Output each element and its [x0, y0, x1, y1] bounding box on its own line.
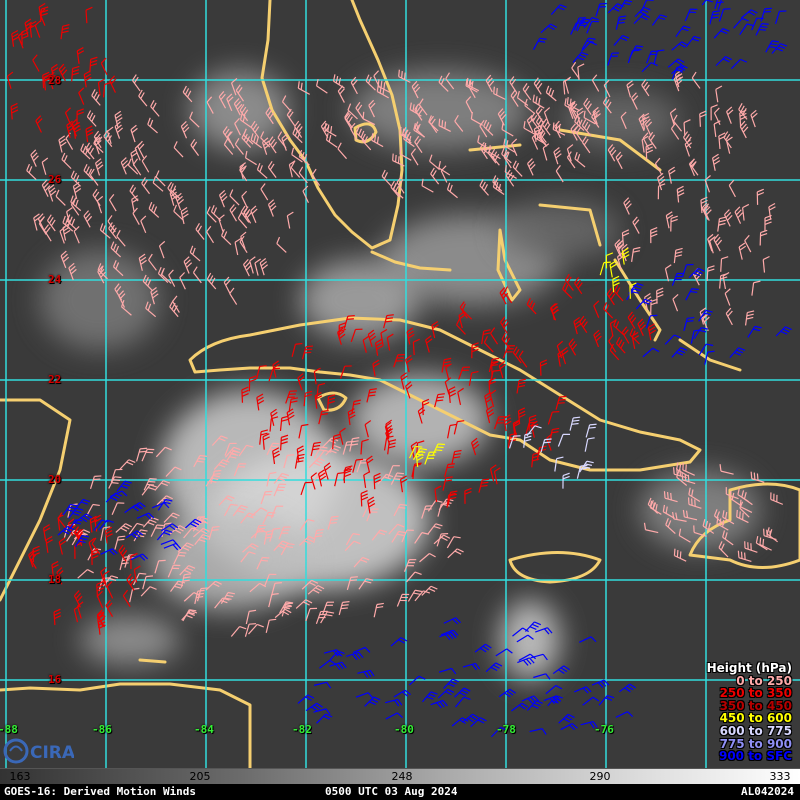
cira-logo-icon: CIRA [3, 738, 74, 764]
cloud-blob [500, 200, 620, 260]
colorbar-tick-290: 290 [589, 770, 611, 783]
lon-label-80: -80 [394, 723, 414, 736]
map-canvas [0, 0, 800, 768]
legend-item-250-350: 250 to 350 [719, 686, 792, 701]
lat-label-16: 16 [48, 673, 62, 686]
lat-label-20: 20 [48, 473, 62, 486]
lat-label-24: 24 [48, 273, 62, 286]
cloud-blob [500, 600, 560, 680]
lon-label-88: -88 [0, 723, 18, 736]
colorbar-tick-248: 248 [391, 770, 413, 783]
lat-label-22: 22 [48, 373, 62, 386]
lon-label-84: -84 [194, 723, 214, 736]
legend-item-900-sfc: 900 to SFC [718, 749, 792, 764]
logo-text: CIRA [30, 743, 74, 763]
legend-title: Height (hPa) [706, 661, 792, 675]
cloud-blob [300, 260, 420, 340]
lon-label-86: -86 [92, 723, 112, 736]
lat-label-28: 28 [48, 74, 62, 87]
footer-bar: GOES-16: Derived Motion Winds 0500 UTC 0… [0, 784, 800, 800]
honduras-islands [138, 658, 167, 664]
lat-label-18: 18 [48, 573, 62, 586]
footer-storm-id: AL042024 [741, 785, 794, 798]
cloud-blob [80, 615, 180, 665]
footer-time: 0500 UTC 03 Aug 2024 [325, 785, 458, 798]
lon-label-82: -82 [292, 723, 312, 736]
height-legend: Height (hPa) 0 to 250 250 to 350 350 to … [707, 662, 792, 763]
temperature-colorbar: 163 205 248 290 333 [0, 768, 800, 785]
colorbar-tick-163: 163 [9, 770, 31, 783]
lon-label-76: -76 [594, 723, 614, 736]
colorbar-tick-333: 333 [769, 770, 791, 783]
footer-product: GOES-16: Derived Motion Winds [4, 785, 197, 798]
lat-label-26: 26 [48, 173, 62, 186]
lon-label-78: -78 [496, 723, 516, 736]
satellite-map[interactable]: 28 26 24 22 20 18 16 -88 -86 -84 -82 -80… [0, 0, 800, 768]
legend-item-600-775: 600 to 775 [719, 723, 792, 738]
colorbar-tick-205: 205 [189, 770, 211, 783]
